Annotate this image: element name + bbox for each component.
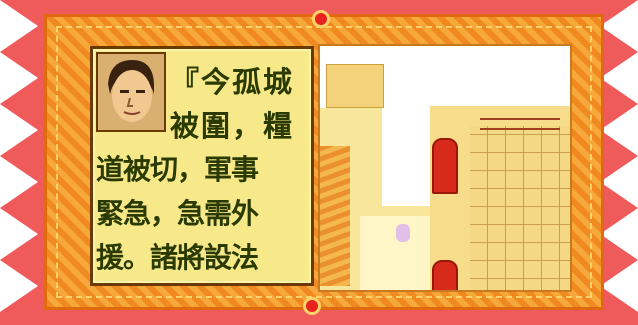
- general-portrait-icon: [96, 52, 166, 132]
- dialog-line-2: 被圍，糧: [170, 109, 295, 143]
- red-pillar-upper: [432, 138, 458, 194]
- stone-block: [326, 64, 384, 108]
- game-scene: [318, 44, 572, 292]
- floor-tiles: [470, 126, 570, 290]
- red-pillar-lower: [432, 260, 458, 290]
- dialog-line-4: 緊急，急需外: [96, 197, 259, 230]
- bottom-medallion-icon: [303, 297, 321, 315]
- top-medallion-icon: [312, 10, 330, 28]
- white-corridor-vertical: [382, 46, 430, 206]
- character-sprite: [396, 224, 410, 242]
- dialog-line-3: 道被切，軍事: [96, 153, 259, 186]
- lower-path: [360, 216, 430, 290]
- vine-decoration: [320, 146, 350, 286]
- dialog-line-1: 『今孤城: [170, 65, 295, 99]
- dialog-line-5: 援。諸將設法: [96, 241, 259, 274]
- railing: [480, 118, 560, 130]
